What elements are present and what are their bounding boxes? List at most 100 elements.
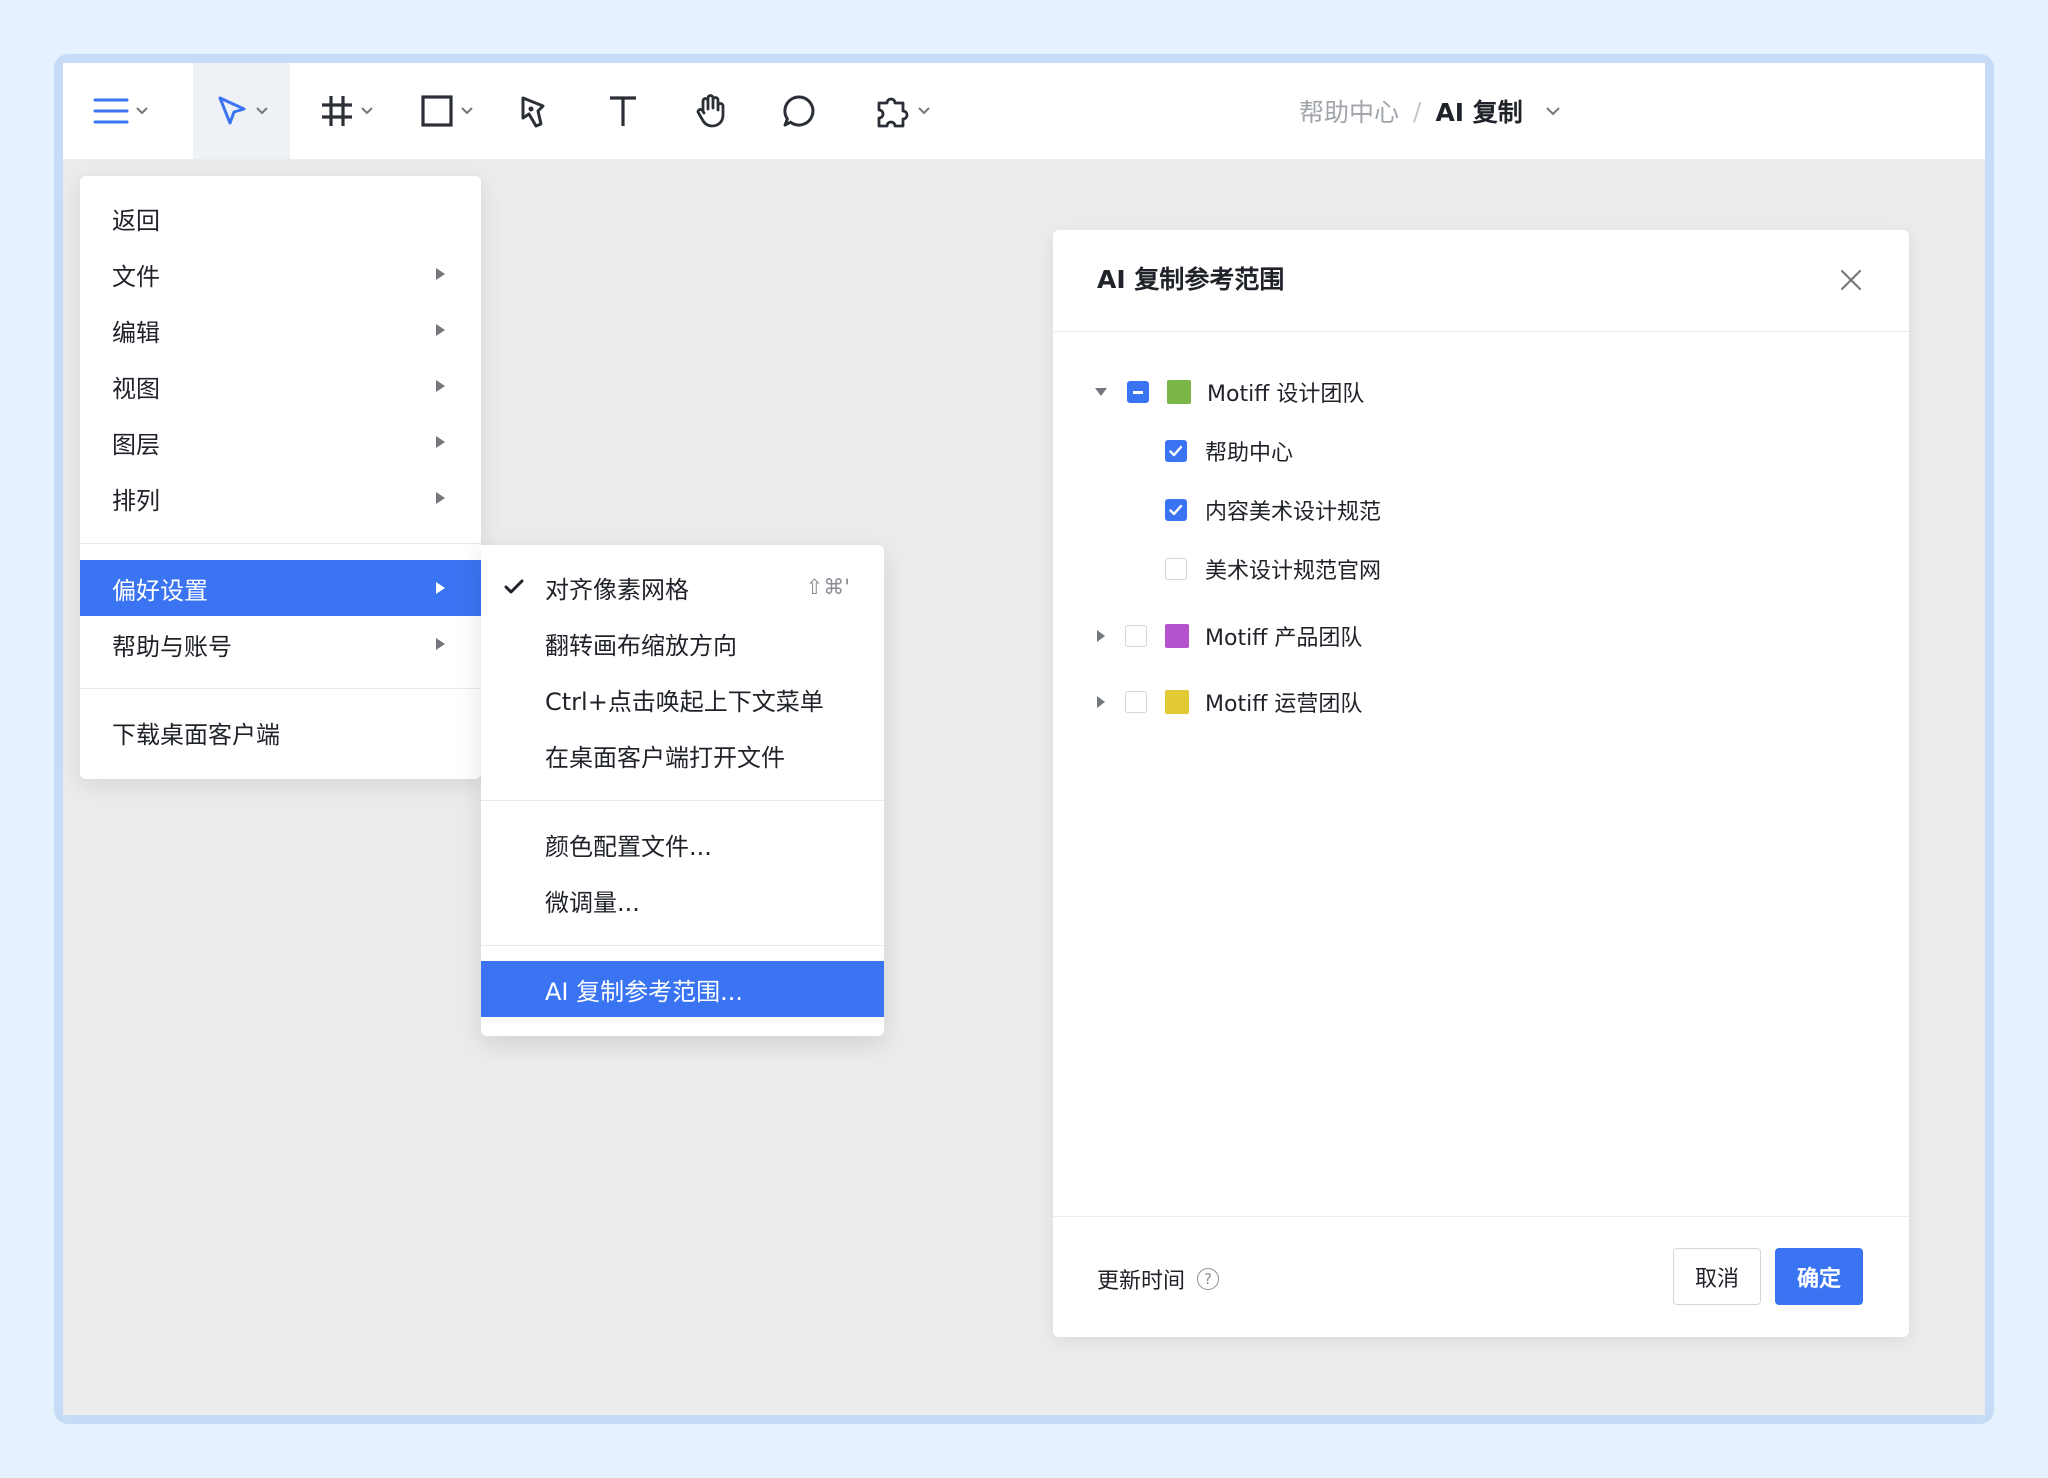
menu-item-label: 返回 <box>112 206 160 235</box>
menu-item-label: 文件 <box>112 262 160 291</box>
main-menu-button[interactable] <box>63 63 178 159</box>
tree-row-ops-team[interactable]: Motiff 运营团队 <box>1097 682 1362 722</box>
submenu-arrow-icon <box>436 324 445 336</box>
menu-item-label: 图层 <box>112 430 160 459</box>
tree-row-label: Motiff 产品团队 <box>1205 626 1363 651</box>
caret-right-icon[interactable] <box>1097 696 1105 708</box>
tree-row-art-guidelines-site[interactable]: 美术设计规范官网 <box>1165 549 1381 589</box>
confirm-button[interactable]: 确定 <box>1775 1248 1863 1305</box>
preferences-submenu: 对齐像素网格 ⇧⌘' 翻转画布缩放方向 Ctrl+点击唤起上下文菜单 在桌面客户… <box>481 545 884 1036</box>
checkbox-unchecked[interactable] <box>1125 691 1147 713</box>
menu-item-download-desktop[interactable]: 下载桌面客户端 <box>80 704 481 760</box>
submenu-item-open-in-desktop[interactable]: 在桌面客户端打开文件 <box>481 727 884 783</box>
team-color-swatch <box>1165 690 1189 714</box>
menu-divider <box>481 800 884 801</box>
submenu-arrow-icon <box>436 638 445 650</box>
rectangle-icon <box>421 95 453 127</box>
submenu-arrow-icon <box>436 582 445 594</box>
submenu-item-color-profile[interactable]: 颜色配置文件... <box>481 816 884 872</box>
menu-item-view[interactable]: 视图 <box>80 358 481 414</box>
frame-tool-button[interactable] <box>307 63 387 159</box>
menu-item-label: 偏好设置 <box>112 576 208 605</box>
submenu-item-label: 对齐像素网格 <box>545 575 689 604</box>
breadcrumb-current[interactable]: AI 复制 <box>1435 93 1522 129</box>
submenu-arrow-icon <box>436 492 445 504</box>
tree-row-label: Motiff 运营团队 <box>1205 692 1363 717</box>
chevron-down-icon <box>255 107 268 115</box>
help-icon[interactable]: ? <box>1197 1268 1220 1290</box>
checkbox-partial[interactable] <box>1127 381 1149 403</box>
menu-divider <box>80 688 481 689</box>
menu-divider <box>80 543 481 544</box>
move-tool-button[interactable] <box>193 63 290 159</box>
checkbox-checked[interactable] <box>1165 440 1187 462</box>
pen-icon <box>521 96 545 128</box>
tree-row-content-art-guidelines[interactable]: 内容美术设计规范 <box>1165 490 1381 530</box>
plugin-tool-button[interactable] <box>863 63 943 159</box>
submenu-arrow-icon <box>436 268 445 280</box>
chevron-down-icon <box>918 107 930 115</box>
menu-item-label: 帮助与账号 <box>112 632 232 661</box>
dialog-header-divider <box>1053 331 1909 332</box>
frame-hash-icon <box>322 96 352 126</box>
submenu-item-ai-copy-scope[interactable]: AI 复制参考范围... <box>481 961 884 1017</box>
submenu-item-label: 微调量... <box>545 888 640 917</box>
menu-item-label: 排列 <box>112 486 160 515</box>
menu-item-preferences[interactable]: 偏好设置 <box>80 560 481 616</box>
tree-row-help-center[interactable]: 帮助中心 <box>1165 431 1293 471</box>
checkbox-unchecked[interactable] <box>1125 625 1147 647</box>
menu-item-back[interactable]: 返回 <box>80 190 481 246</box>
move-pointer-icon <box>218 96 245 125</box>
submenu-item-label: AI 复制参考范围... <box>545 977 744 1006</box>
hand-icon <box>696 94 725 128</box>
chevron-down-icon[interactable] <box>1545 106 1561 116</box>
close-icon[interactable] <box>1839 268 1863 292</box>
ai-copy-scope-dialog: AI 复制参考范围 Motiff 设计团队 帮助中心 内容美术设计规范 美术设计… <box>1053 230 1909 1337</box>
submenu-item-label: Ctrl+点击唤起上下文菜单 <box>545 687 824 716</box>
submenu-arrow-icon <box>436 380 445 392</box>
cancel-button[interactable]: 取消 <box>1673 1248 1761 1305</box>
team-color-swatch <box>1165 624 1189 648</box>
tree-row-label: Motiff 设计团队 <box>1207 382 1365 407</box>
breadcrumb-separator: / <box>1413 96 1422 126</box>
submenu-item-label: 翻转画布缩放方向 <box>545 631 737 660</box>
menu-item-label: 下载桌面客户端 <box>112 720 280 749</box>
dialog-title: AI 复制参考范围 <box>1097 265 1285 294</box>
tree-row-design-team[interactable]: Motiff 设计团队 <box>1095 372 1364 412</box>
main-menu: 返回 文件 编辑 视图 图层 排列 偏好设置 帮助与账号 下载桌面客户端 <box>80 176 481 779</box>
menu-item-label: 视图 <box>112 374 160 403</box>
menu-item-layer[interactable]: 图层 <box>80 414 481 470</box>
text-tool-button[interactable] <box>593 63 653 159</box>
caret-down-icon[interactable] <box>1095 388 1107 396</box>
team-color-swatch <box>1167 380 1191 404</box>
menu-divider <box>481 945 884 946</box>
chevron-down-icon <box>135 107 148 115</box>
chevron-down-icon <box>361 107 373 115</box>
submenu-item-flip-zoom[interactable]: 翻转画布缩放方向 <box>481 615 884 671</box>
breadcrumb-parent[interactable]: 帮助中心 <box>1299 93 1399 129</box>
checkbox-unchecked[interactable] <box>1165 558 1187 580</box>
checkmark-icon <box>1169 504 1183 516</box>
pen-tool-button[interactable] <box>503 63 563 159</box>
plugin-puzzle-icon <box>877 97 909 128</box>
hand-tool-button[interactable] <box>681 63 741 159</box>
submenu-item-snap-pixel-grid[interactable]: 对齐像素网格 ⇧⌘' <box>481 559 884 615</box>
menu-item-label: 编辑 <box>112 318 160 347</box>
menu-item-arrange[interactable]: 排列 <box>80 470 481 526</box>
tree-row-product-team[interactable]: Motiff 产品团队 <box>1097 616 1362 656</box>
menu-item-help-account[interactable]: 帮助与账号 <box>80 616 481 672</box>
submenu-arrow-icon <box>436 436 445 448</box>
editor-window: 帮助中心 / AI 复制 返回 文件 编辑 视图 图层 排列 偏好设置 帮助与账… <box>63 63 1985 1415</box>
submenu-item-ctrl-click-context[interactable]: Ctrl+点击唤起上下文菜单 <box>481 671 884 727</box>
submenu-item-nudge-amount[interactable]: 微调量... <box>481 872 884 928</box>
shape-tool-button[interactable] <box>407 63 487 159</box>
caret-right-icon[interactable] <box>1097 630 1105 642</box>
checkbox-checked[interactable] <box>1165 499 1187 521</box>
menu-item-file[interactable]: 文件 <box>80 246 481 302</box>
keyboard-shortcut: ⇧⌘' <box>805 575 850 599</box>
tree-row-label: 美术设计规范官网 <box>1205 559 1382 584</box>
text-icon <box>610 96 636 126</box>
comment-icon <box>783 95 815 127</box>
menu-item-edit[interactable]: 编辑 <box>80 302 481 358</box>
comment-tool-button[interactable] <box>769 63 829 159</box>
